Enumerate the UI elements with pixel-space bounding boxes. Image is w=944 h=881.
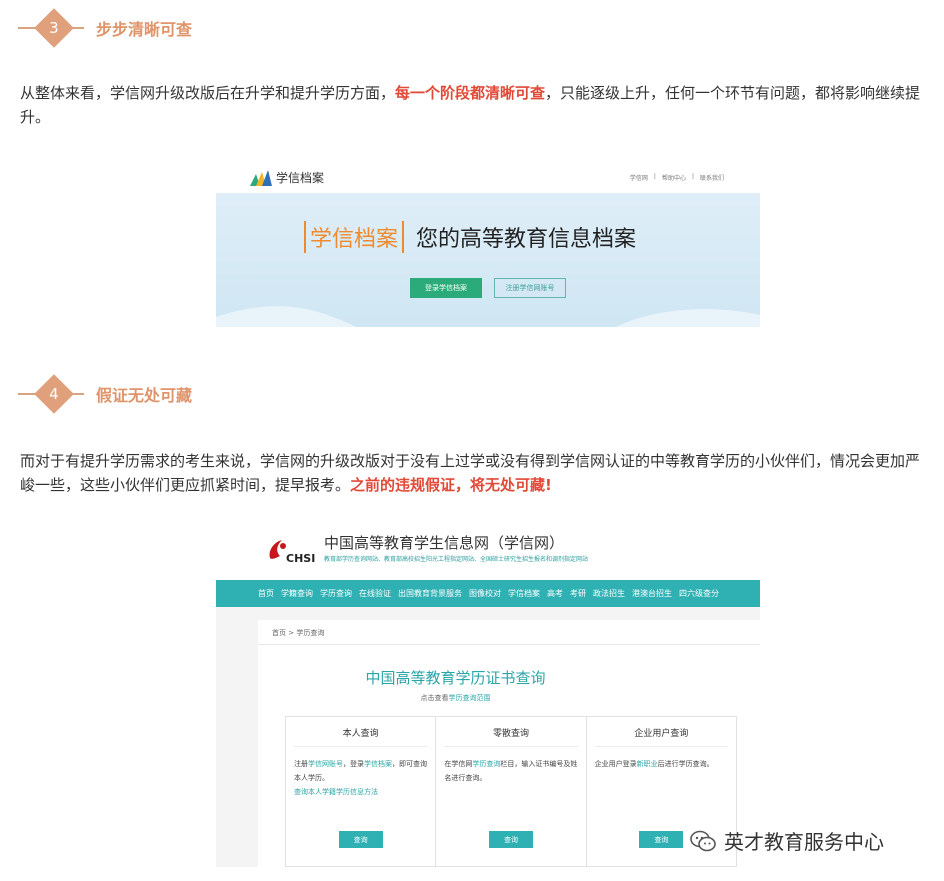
xuexin-logo-icon xyxy=(250,169,272,186)
slogan-text: 您的高等教育信息档案 xyxy=(416,227,637,252)
nav-item[interactable]: 图像校对 xyxy=(469,588,501,599)
query-button[interactable]: 查询 xyxy=(488,831,533,848)
archive-link[interactable]: 学信档案 xyxy=(364,760,392,768)
section-title: 步步清晰可查 xyxy=(96,20,193,39)
paragraph-2: 而对于有提升学历需求的考生来说，学信网的升级改版对于没有上过学或没有得到学信网认… xyxy=(20,452,921,494)
nav-item[interactable]: 高考 xyxy=(547,588,563,599)
hero-heading: 学信档案 您的高等教育信息档案 xyxy=(304,221,636,253)
watermark: 英才教育服务中心 xyxy=(690,826,884,855)
scope-link[interactable]: 学历查询范围 xyxy=(449,694,491,702)
watermark-text: 英才教育服务中心 xyxy=(724,830,884,854)
nav-item[interactable]: 出国教育背景服务 xyxy=(398,588,462,599)
content-area: 首页 > 学历查询 中国高等教育学历证书查询 点击查看学历查询范围 本人查询 注… xyxy=(216,607,760,867)
brand-text: 学信档案 xyxy=(304,221,405,253)
nav-link-help[interactable]: 帮助中心 xyxy=(662,173,686,182)
nav-item[interactable]: 在线验证 xyxy=(359,588,391,599)
nav-item[interactable]: 学历查询 xyxy=(320,588,352,599)
card-personal-query: 本人查询 注册学信网账号，登录学信档案，即可查询本人学历。 查询本人学籍学历信息… xyxy=(286,717,437,866)
section-header-3: 3 步步清晰可查 xyxy=(18,8,193,48)
nav-item[interactable]: 学籍查询 xyxy=(281,588,313,599)
nav-link-chsi[interactable]: 学信网 xyxy=(630,173,648,182)
card-desc: 注册学信网账号，登录学信档案，即可查询本人学历。 查询本人学籍学历信息方法 xyxy=(294,760,427,796)
chsi-query-screenshot: CHSI 中国高等教育学生信息网（学信网） 教育部学历查询网站、教育部高校招生阳… xyxy=(216,524,760,867)
query-panel: 首页 > 学历查询 中国高等教育学历证书查询 点击查看学历查询范围 本人查询 注… xyxy=(258,620,760,867)
query-button[interactable]: 查询 xyxy=(338,831,383,848)
section-number-badge: 3 xyxy=(34,8,74,48)
card-desc: 企业用户登录新职业后进行学历查询。 xyxy=(594,760,714,768)
nav-item[interactable]: 考研 xyxy=(570,588,586,599)
nav-item[interactable]: 港澳台招生 xyxy=(632,588,672,599)
query-button[interactable]: 查询 xyxy=(639,831,684,848)
highlight-text: 每一个阶段都清晰可查 xyxy=(395,84,546,102)
account-link[interactable]: 学信网账号 xyxy=(308,760,343,768)
nav-item[interactable]: 首页 xyxy=(258,588,274,599)
card-desc: 在学信网学历查询栏目，输入证书编号及姓名进行查询。 xyxy=(444,760,578,782)
section-title: 假证无处可藏 xyxy=(96,386,193,405)
card-title: 零散查询 xyxy=(444,717,578,747)
new-career-link[interactable]: 新职业 xyxy=(637,760,658,768)
page-title: 中国高等教育学历证书查询 xyxy=(365,669,546,687)
site-header: CHSI 中国高等教育学生信息网（学信网） 教育部学历查询网站、教育部高校招生阳… xyxy=(216,524,760,580)
top-nav: 学信网 | 帮助中心 | 联系我们 xyxy=(629,173,724,182)
main-nav: 首页 学籍查询 学历查询 在线验证 出国教育背景服务 图像校对 学信档案 高考 … xyxy=(216,580,760,607)
wechat-icon xyxy=(690,830,716,851)
top-bar: 学信档案 学信网 | 帮助中心 | 联系我们 xyxy=(216,162,760,193)
section-number-badge: 4 xyxy=(34,374,74,414)
method-link[interactable]: 查询本人学籍学历信息方法 xyxy=(294,788,378,796)
highlight-text: 之前的违规假证，将无处可藏! xyxy=(350,476,552,494)
site-title: 中国高等教育学生信息网（学信网） xyxy=(324,534,565,552)
xuexin-archive-screenshot: 学信档案 学信网 | 帮助中心 | 联系我们 学信档案 您的高等教育信息档案 登… xyxy=(216,162,760,327)
section-header-4: 4 假证无处可藏 xyxy=(18,374,193,414)
nav-item[interactable]: 学信档案 xyxy=(508,588,540,599)
card-title: 本人查询 xyxy=(294,717,428,747)
nav-link-contact[interactable]: 联系我们 xyxy=(700,173,724,182)
paragraph-1: 从整体来看，学信网升级改版后在升学和提升学历方面，每一个阶段都清晰可查，只能逐级… xyxy=(20,84,921,126)
nav-item[interactable]: 四六级查分 xyxy=(679,588,719,599)
hero-banner: 学信档案 您的高等教育信息档案 登录学信档案 注册学信网账号 xyxy=(216,193,760,327)
logo: 学信档案 xyxy=(250,169,324,186)
nav-item[interactable]: 政法招生 xyxy=(593,588,625,599)
card-single-query: 零散查询 在学信网学历查询栏目，输入证书编号及姓名进行查询。 查询 xyxy=(436,717,587,866)
query-cards: 本人查询 注册学信网账号，登录学信档案，即可查询本人学历。 查询本人学籍学历信息… xyxy=(285,716,737,867)
breadcrumb: 首页 > 学历查询 xyxy=(272,629,325,637)
card-title: 企业用户查询 xyxy=(594,717,728,747)
wave-decoration xyxy=(216,306,760,327)
site-subtitle: 教育部学历查询网站、教育部高校招生阳光工程指定网站、全国硕士研究生招生报名和调剂… xyxy=(324,556,589,563)
degree-query-link[interactable]: 学历查询 xyxy=(472,760,500,768)
scope-hint: 点击查看学历查询范围 xyxy=(420,694,491,702)
